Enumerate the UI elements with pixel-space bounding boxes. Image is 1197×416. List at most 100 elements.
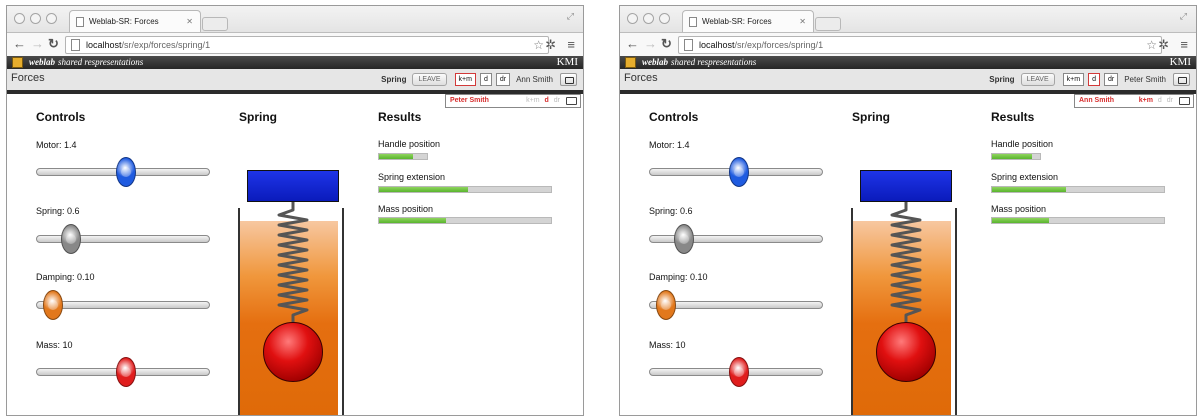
mode-dr-button[interactable]: dr — [495, 73, 511, 86]
title-bar: Weblab-SR: Forces ✕ ⤢ — [7, 6, 583, 32]
address-bar[interactable]: localhost/sr/exp/forces/spring/1 ☆ — [678, 36, 1162, 54]
close-tab-icon[interactable]: ✕ — [799, 17, 806, 26]
mass-label: Mass: 10 — [36, 340, 73, 350]
reload-icon[interactable]: ↻ — [48, 36, 59, 52]
back-arrow-icon[interactable]: ← — [13, 36, 26, 52]
handle-position-label: Handle position — [378, 139, 441, 149]
controls-heading: Controls — [649, 110, 699, 124]
kmi-logo: KMI — [1169, 56, 1191, 68]
new-tab-button[interactable] — [202, 17, 228, 31]
camera-icon[interactable] — [560, 73, 577, 86]
page-icon — [71, 39, 80, 51]
bookmark-star-icon[interactable]: ☆ — [533, 37, 544, 53]
browser-window-ann: Weblab-SR: Forces ✕ ⤢ ← → ↻ localhost/sr… — [6, 5, 584, 416]
close-tab-icon[interactable]: ✕ — [186, 17, 193, 26]
reload-icon[interactable]: ↻ — [661, 36, 672, 52]
brand-subtitle: shared respresentations — [58, 57, 144, 67]
peer-mode-km: k+m — [526, 97, 540, 104]
camera-icon[interactable] — [1173, 73, 1190, 86]
spring-heading: Spring — [239, 110, 277, 124]
browser-tab[interactable]: Weblab-SR: Forces ✕ — [682, 10, 814, 32]
gear-icon[interactable]: ✲ — [1158, 37, 1169, 53]
zoom-window-icon[interactable] — [46, 13, 57, 24]
mass-position-fill — [992, 218, 1049, 223]
session-label: Spring — [989, 75, 1015, 84]
menu-icon[interactable]: ≡ — [1180, 37, 1188, 53]
handle-position-label: Handle position — [991, 139, 1054, 149]
user-name: Peter Smith — [1124, 75, 1166, 84]
weblab-logo — [625, 57, 636, 68]
peer-name: Peter Smith — [450, 97, 489, 104]
minimize-window-icon[interactable] — [643, 13, 654, 24]
leave-button[interactable]: LEAVE — [412, 73, 447, 86]
new-tab-button[interactable] — [815, 17, 841, 31]
user-name: Ann Smith — [516, 75, 553, 84]
results-heading: Results — [378, 110, 422, 124]
motor-block — [860, 170, 952, 202]
menu-icon[interactable]: ≡ — [567, 37, 575, 53]
motor-slider-thumb[interactable] — [729, 157, 750, 187]
browser-tab[interactable]: Weblab-SR: Forces ✕ — [69, 10, 201, 32]
spring-extension-label: Spring extension — [991, 172, 1059, 182]
bookmark-star-icon[interactable]: ☆ — [1146, 37, 1157, 53]
spring-slider-thumb[interactable] — [673, 224, 694, 254]
app-header: Forces Spring LEAVE k+m d dr Peter Smith — [620, 69, 1196, 94]
app-header: Forces Spring LEAVE k+m d dr Ann Smith — [7, 69, 583, 94]
mass-slider-thumb[interactable] — [116, 357, 137, 387]
mode-d-button[interactable]: d — [479, 73, 492, 86]
window-controls — [627, 13, 670, 24]
mode-d-button[interactable]: d — [1088, 73, 1100, 86]
handle-position-bar — [378, 153, 428, 160]
peer-mode-dr: dr — [553, 97, 560, 104]
mass-ball — [876, 322, 936, 382]
spring-coil — [890, 202, 922, 332]
spring-extension-bar — [991, 186, 1165, 193]
back-arrow-icon[interactable]: ← — [626, 36, 639, 52]
zoom-window-icon[interactable] — [659, 13, 670, 24]
gear-icon[interactable]: ✲ — [545, 37, 556, 53]
forward-arrow-icon[interactable]: → — [31, 36, 44, 52]
spring-coil — [277, 202, 309, 332]
address-bar[interactable]: localhost/sr/exp/forces/spring/1 ☆ — [65, 36, 549, 54]
mass-position-label: Mass position — [991, 204, 1047, 214]
tab-title: Weblab-SR: Forces — [702, 17, 772, 26]
spring-slider-thumb[interactable] — [60, 224, 81, 254]
damping-slider-thumb[interactable] — [656, 290, 677, 320]
damping-slider-thumb[interactable] — [43, 290, 64, 320]
mass-position-fill — [379, 218, 447, 223]
brand-bold: weblab — [29, 57, 55, 67]
mode-dr-button[interactable]: dr — [1103, 73, 1119, 86]
motor-label: Motor: 1.4 — [649, 140, 690, 150]
spring-heading: Spring — [852, 110, 890, 124]
leave-button[interactable]: LEAVE — [1020, 73, 1055, 86]
mode-km-button[interactable]: k+m — [1062, 73, 1085, 86]
handle-position-fill — [992, 154, 1032, 159]
kmi-logo: KMI — [556, 56, 578, 68]
weblab-banner: weblab shared respresentations KMI — [7, 56, 583, 69]
motor-slider-thumb[interactable] — [116, 157, 137, 187]
peer-camera-icon — [1179, 97, 1190, 105]
close-window-icon[interactable] — [14, 13, 25, 24]
page-icon — [76, 16, 84, 27]
minimize-window-icon[interactable] — [30, 13, 41, 24]
window-controls — [14, 13, 57, 24]
mass-position-bar — [991, 217, 1165, 224]
mode-km-button[interactable]: k+m — [454, 73, 476, 86]
page-title: Forces — [624, 72, 658, 84]
peer-mode-d: d — [544, 97, 549, 104]
page-title: Forces — [11, 72, 45, 84]
spring-extension-fill — [992, 187, 1066, 192]
mass-slider-thumb[interactable] — [729, 357, 750, 387]
peer-camera-icon — [566, 97, 577, 105]
forward-arrow-icon[interactable]: → — [644, 36, 657, 52]
spring-extension-fill — [379, 187, 469, 192]
session-label: Spring — [381, 75, 407, 84]
url-host: localhost — [699, 40, 735, 50]
motor-label: Motor: 1.4 — [36, 140, 77, 150]
fullscreen-icon[interactable]: ⤢ — [1180, 11, 1187, 22]
tab-title: Weblab-SR: Forces — [89, 17, 159, 26]
fullscreen-icon[interactable]: ⤢ — [567, 11, 574, 22]
session-bar: Spring LEAVE k+m d dr Peter Smith — [989, 73, 1190, 86]
close-window-icon[interactable] — [627, 13, 638, 24]
page-icon — [689, 16, 697, 27]
